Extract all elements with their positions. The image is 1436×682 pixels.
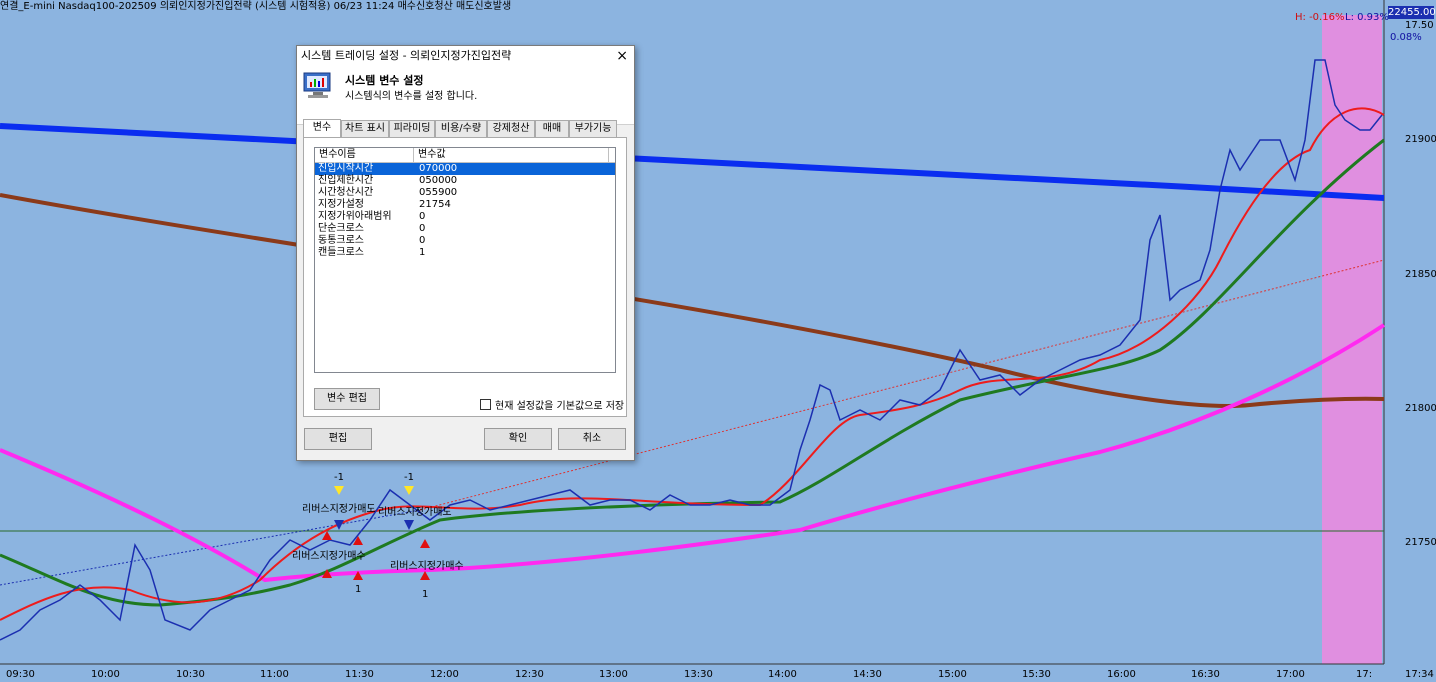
x-tick-label: 10:00	[91, 669, 120, 680]
list-item[interactable]: 진입제한시간 050000	[315, 175, 615, 187]
x-tick-label: 13:00	[599, 669, 628, 680]
var-name: 시간청산시간	[318, 187, 374, 198]
tab-chart-display[interactable]: 차트 표시	[341, 120, 389, 137]
x-tick-label: 14:00	[768, 669, 797, 680]
edit-variable-button[interactable]: 변수 편집	[314, 388, 380, 410]
sell-signal-label: 리버스지정가매도	[378, 507, 452, 518]
signal-count: -1	[404, 472, 414, 483]
price-line	[0, 59, 1383, 641]
close-icon[interactable]: ×	[616, 46, 628, 66]
var-value: 050000	[419, 175, 458, 186]
session-highlight	[1322, 15, 1382, 664]
x-tick-label: 11:00	[260, 669, 289, 680]
tab-trading[interactable]: 매매	[535, 120, 569, 137]
y-tick-label: 21900.00	[1405, 134, 1436, 145]
current-price-box: 22455.00	[1388, 6, 1436, 19]
price-step: 17.50	[1405, 20, 1434, 31]
pct-readout: 0.08%	[1390, 32, 1422, 43]
variables-panel: 변수이름 변수값 진입시작시간 070000 진입제한시간 050000 시간청산시…	[303, 137, 627, 417]
var-value: 0	[419, 223, 426, 234]
x-tick-label: 17:34	[1405, 669, 1434, 680]
x-tick-label: 15:00	[938, 669, 967, 680]
list-item[interactable]: 캔들크로스 1	[315, 247, 615, 259]
var-name: 진입시작시간	[318, 163, 374, 174]
var-name: 동통크로스	[318, 235, 364, 246]
tab-strip: 변수 차트 표시 피라미딩 비용/수량 강제청산 매매 부가기능	[303, 119, 623, 138]
column-header-name[interactable]: 변수이름	[315, 148, 414, 162]
ok-button[interactable]: 확인	[484, 428, 552, 450]
signal-count: -1	[334, 472, 344, 483]
list-item[interactable]: 단순크로스 0	[315, 223, 615, 235]
signal-count: 1	[422, 589, 429, 600]
list-item[interactable]: 지정가설정 21754	[315, 199, 615, 211]
save-default-option[interactable]: 현재 설정값을 기본값으로 저장	[480, 397, 624, 412]
tab-pyramiding[interactable]: 피라미딩	[389, 120, 435, 137]
list-header: 변수이름 변수값	[315, 148, 615, 163]
buy-signal-label: 리버스지정가매수	[292, 551, 366, 562]
var-name: 캔들크로스	[318, 247, 364, 258]
var-value: 21754	[419, 199, 451, 210]
x-tick-label: 16:00	[1107, 669, 1136, 680]
var-value: 055900	[419, 187, 458, 198]
buy-signal-label: 리버스지정가매수	[390, 561, 464, 572]
x-tick-label: 09:30	[6, 669, 35, 680]
save-default-checkbox[interactable]	[480, 399, 491, 410]
var-value: 1	[419, 247, 426, 258]
x-tick-label: 10:30	[176, 669, 205, 680]
x-tick-label: 14:30	[853, 669, 882, 680]
column-header-value[interactable]: 변수값	[414, 148, 609, 162]
edit-button[interactable]: 편집	[304, 428, 372, 450]
chart-area[interactable]: 연결_E-mini Nasdaq100-202509 의뢰인지정가진입전략 (시…	[0, 0, 1436, 682]
var-value: 0	[419, 211, 426, 222]
var-value: 0	[419, 235, 426, 246]
tab-cost-quantity[interactable]: 비용/수량	[435, 120, 487, 137]
x-tick-label: 15:30	[1022, 669, 1051, 680]
system-settings-dialog[interactable]: 시스템 트레이딩 설정 - 의뢰인지정가진입전략 × 시스템 변수 설정 시스템…	[296, 45, 635, 461]
dialog-title: 시스템 트레이딩 설정 - 의뢰인지정가진입전략	[301, 49, 512, 62]
var-value: 070000	[419, 163, 458, 174]
tab-extras[interactable]: 부가기능	[569, 120, 617, 137]
y-tick-label: 21800.00	[1405, 403, 1436, 414]
price-chart[interactable]	[0, 0, 1436, 682]
blue-ma-line	[0, 123, 1385, 201]
y-tick-label: 21850.00	[1405, 269, 1436, 280]
var-name: 지정가위아래범위	[318, 211, 392, 222]
x-tick-label: 11:30	[345, 669, 374, 680]
save-default-label: 현재 설정값을 기본값으로 저장	[495, 401, 625, 412]
list-item[interactable]: 동통크로스 0	[315, 235, 615, 247]
dialog-header: 시스템 변수 설정 시스템식의 변수를 설정 합니다.	[297, 66, 634, 125]
var-name: 단순크로스	[318, 223, 364, 234]
computer-chart-icon	[303, 72, 331, 98]
x-tick-label: 12:30	[515, 669, 544, 680]
list-item[interactable]: 진입시작시간 070000	[315, 163, 615, 175]
magenta-ma-line	[0, 323, 1386, 583]
var-name: 지정가설정	[318, 199, 364, 210]
variables-list[interactable]: 변수이름 변수값 진입시작시간 070000 진입제한시간 050000 시간청산시…	[314, 147, 616, 373]
chart-title: 연결_E-mini Nasdaq100-202509 의뢰인지정가진입전략 (시…	[0, 1, 512, 12]
header-subtitle: 시스템식의 변수를 설정 합니다.	[345, 91, 478, 102]
x-tick-label: 17:	[1356, 669, 1373, 680]
y-tick-label: 21750.00	[1405, 537, 1436, 548]
x-tick-label: 12:00	[430, 669, 459, 680]
tab-variables[interactable]: 변수	[303, 119, 341, 138]
x-tick-label: 16:30	[1191, 669, 1220, 680]
high-readout: H: -0.16%	[1295, 12, 1345, 23]
dialog-title-bar[interactable]: 시스템 트레이딩 설정 - 의뢰인지정가진입전략 ×	[297, 46, 634, 66]
sell-signal-label: 리버스지정가매도	[302, 504, 376, 515]
cancel-button[interactable]: 취소	[558, 428, 626, 450]
var-name: 진입제한시간	[318, 175, 374, 186]
brown-ma-line	[0, 193, 1385, 408]
list-item[interactable]: 시간청산시간 055900	[315, 187, 615, 199]
x-tick-label: 17:00	[1276, 669, 1305, 680]
signal-count: 1	[355, 584, 362, 595]
x-tick-label: 13:30	[684, 669, 713, 680]
tab-force-liquidation[interactable]: 강제청산	[487, 120, 535, 137]
list-item[interactable]: 지정가위아래범위 0	[315, 211, 615, 223]
green-ma-line	[0, 138, 1385, 607]
low-readout: L: 0.93%	[1345, 12, 1389, 23]
header-title: 시스템 변수 설정	[345, 74, 424, 87]
